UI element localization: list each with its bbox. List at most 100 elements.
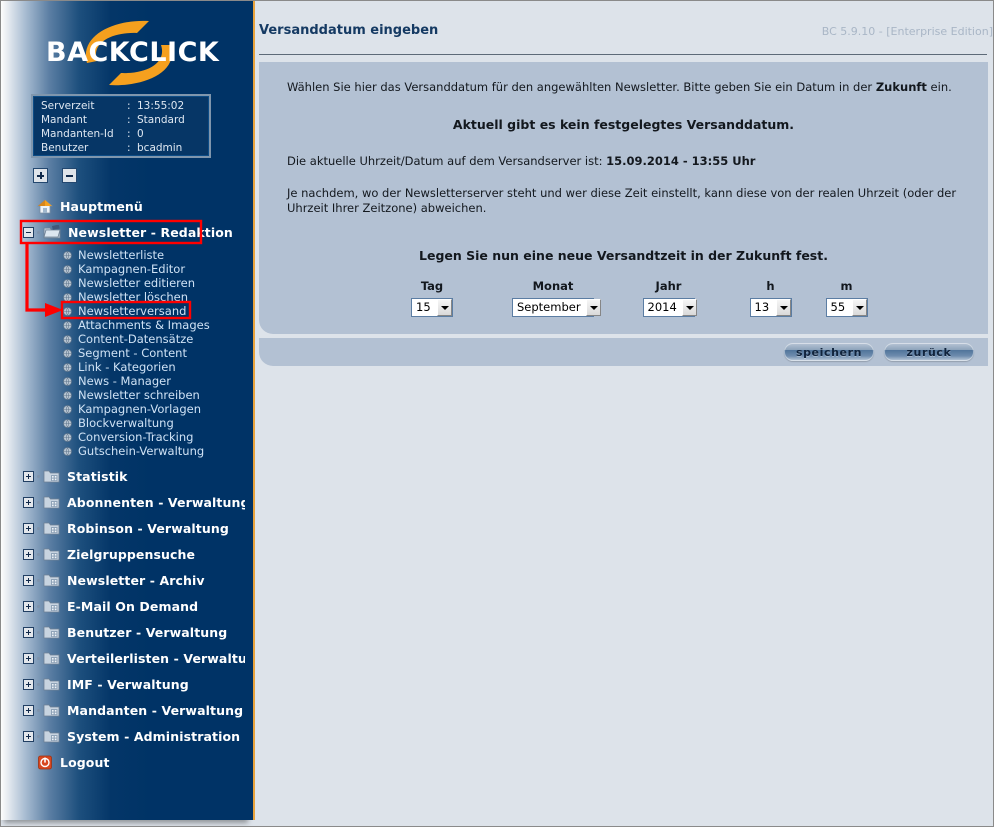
tree-connector-dot [37, 604, 40, 608]
sidebar-item-statistik[interactable]: Statistik [1, 463, 245, 489]
sidebar-subitem-newsletterversand[interactable]: Newsletterversand [1, 304, 245, 318]
expand-icon[interactable] [23, 522, 34, 534]
expand-icon[interactable] [23, 574, 34, 586]
expand-icon[interactable] [23, 678, 34, 690]
sidebar-subitem-label: Blockverwaltung [78, 416, 174, 430]
serverzeit-label: Serverzeit [41, 100, 95, 112]
expand-icon[interactable] [23, 704, 34, 716]
sidebar-item-logout[interactable]: Logout [1, 749, 245, 775]
day-select[interactable]: 15 [411, 298, 453, 317]
sidebar-item-hauptmenu[interactable]: Hauptmenü [1, 193, 245, 219]
folder-icon [43, 730, 60, 743]
server-info-row: Serverzeit : 13:55:02 [41, 100, 185, 114]
server-info-panel: Serverzeit : 13:55:02 Mandant : Standard… [31, 94, 211, 158]
sidebar-item-label: Hauptmenü [60, 198, 143, 214]
mandant-separator: : [127, 114, 131, 126]
sidebar-item-benutzer-verwaltung[interactable]: Benutzer - Verwaltung [1, 619, 245, 645]
chevron-down-icon[interactable] [681, 299, 697, 316]
form-panel-inner: Wählen Sie hier das Versanddatum für den… [259, 62, 988, 317]
sidebar-subitem-attachments-images[interactable]: Attachments & Images [1, 318, 245, 332]
folder-icon [43, 626, 60, 639]
sidebar-item-label: Mandanten - Verwaltung [67, 702, 244, 718]
sidebar-item-newsletter-redaktion[interactable]: Newsletter - Redaktion [1, 219, 245, 245]
globe-bullet-icon [63, 446, 72, 456]
back-button[interactable]: zurück [884, 343, 974, 361]
chevron-down-icon[interactable] [851, 299, 867, 316]
sidebar-item-label: E-Mail On Demand [67, 598, 199, 614]
mandanten-id-separator: : [127, 128, 131, 140]
sidebar-subitem-content-datensaetze[interactable]: Content-Datensätze [1, 332, 245, 346]
page-title: Versanddatum eingeben [259, 23, 439, 38]
benutzer-value: bcadmin [137, 142, 183, 154]
sidebar-subitem-kampagnen-editor[interactable]: Kampagnen-Editor [1, 262, 245, 276]
sidebar-subitem-newsletter-schreiben[interactable]: Newsletter schreiben [1, 388, 245, 402]
tree-connector-dot [37, 734, 40, 738]
sidebar-item-imf-verwaltung[interactable]: IMF - Verwaltung [1, 671, 245, 697]
tree-connector-dot [37, 656, 40, 660]
expand-icon[interactable] [23, 626, 34, 638]
sidebar-subitem-blockverwaltung[interactable]: Blockverwaltung [1, 416, 245, 430]
sidebar-item-email-on-demand[interactable]: E-Mail On Demand [1, 593, 245, 619]
chevron-down-icon[interactable] [437, 299, 452, 316]
main-area: Versanddatum eingeben BC 5.9.10 - [Enter… [245, 1, 993, 820]
sidebar-item-label: System - Administration [67, 728, 241, 744]
year-label: Jahr [655, 279, 682, 293]
sidebar-item-newsletter-archiv[interactable]: Newsletter - Archiv [1, 567, 245, 593]
sidebar-item-label: Newsletter - Archiv [67, 572, 205, 588]
sidebar-subitem-segment-content[interactable]: Segment - Content [1, 346, 245, 360]
expand-icon[interactable] [23, 652, 34, 664]
tree-connector-dot [37, 500, 40, 504]
intro-text-b: ein. [926, 80, 952, 94]
chevron-down-icon[interactable] [585, 299, 601, 316]
sidebar-item-zielgruppensuche[interactable]: Zielgruppensuche [1, 541, 245, 567]
day-label: Tag [420, 279, 444, 293]
expand-icon[interactable] [23, 470, 34, 482]
sidebar-subitem-newsletterliste[interactable]: Newsletterliste [1, 248, 245, 262]
mandanten-id-label: Mandanten-Id [41, 128, 114, 140]
collapse-all-icon[interactable] [62, 168, 77, 183]
sidebar-item-system-administration[interactable]: System - Administration [1, 723, 245, 749]
sidebar-subitem-news-manager[interactable]: News - Manager [1, 374, 245, 388]
globe-bullet-icon [63, 264, 72, 274]
sidebar-subitem-conversion-tracking[interactable]: Conversion-Tracking [1, 430, 245, 444]
year-select[interactable]: 2014 [642, 298, 697, 317]
sidebar-item-mandanten-verwaltung[interactable]: Mandanten - Verwaltung [1, 697, 245, 723]
expand-icon[interactable] [23, 600, 34, 612]
timezone-note: Je nachdem, wo der Newsletterserver steh… [287, 186, 957, 215]
home-icon [37, 198, 53, 213]
collapse-icon[interactable] [23, 226, 34, 238]
globe-bullet-icon [63, 320, 72, 330]
month-selector-group: Monat September [490, 279, 617, 317]
folder-icon [43, 600, 60, 613]
tree-connector-dot [37, 578, 40, 582]
sidebar-subitem-gutschein-verwaltung[interactable]: Gutschein-Verwaltung [1, 444, 245, 458]
expand-icon[interactable] [23, 496, 34, 508]
tree-connector-dot [37, 230, 40, 234]
tree-tools [33, 168, 77, 183]
sidebar-item-label: Zielgruppensuche [67, 546, 196, 562]
sidebar-subitem-newsletter-loeschen[interactable]: Newsletter löschen [1, 290, 245, 304]
sidebar-subitem-label: Newsletter löschen [78, 290, 189, 304]
folder-icon [43, 522, 60, 535]
sidebar-item-abonnenten-verwaltung[interactable]: Abonnenten - Verwaltung [1, 489, 245, 515]
sidebar-subitem-newsletter-editieren[interactable]: Newsletter editieren [1, 276, 245, 290]
benutzer-label: Benutzer [41, 142, 89, 154]
selector-legend: Legen Sie nun eine neue Versandtzeit in … [419, 248, 828, 263]
sidebar-subitem-kampagnen-vorlagen[interactable]: Kampagnen-Vorlagen [1, 402, 245, 416]
minute-select[interactable]: 55 [825, 298, 868, 317]
expand-all-icon[interactable] [33, 168, 48, 183]
expand-icon[interactable] [23, 730, 34, 742]
expand-icon[interactable] [23, 548, 34, 560]
hour-select[interactable]: 13 [749, 298, 792, 317]
year-value: 2014 [647, 300, 677, 314]
month-select[interactable]: September [512, 298, 601, 317]
chevron-down-icon[interactable] [775, 299, 791, 316]
status-message: Aktuell gibt es kein festgelegtes Versan… [452, 117, 795, 132]
application-window: BACKCLICK Serverzeit : 13:55:02 Mandant … [0, 0, 994, 827]
globe-bullet-icon [63, 418, 72, 428]
sidebar-subitem-label: Segment - Content [78, 346, 187, 360]
sidebar-item-verteilerlisten-verwaltung[interactable]: Verteilerlisten - Verwaltung [1, 645, 245, 671]
sidebar-item-robinson-verwaltung[interactable]: Robinson - Verwaltung [1, 515, 245, 541]
save-button[interactable]: speichern [784, 343, 874, 361]
sidebar-subitem-link-kategorien[interactable]: Link - Kategorien [1, 360, 245, 374]
